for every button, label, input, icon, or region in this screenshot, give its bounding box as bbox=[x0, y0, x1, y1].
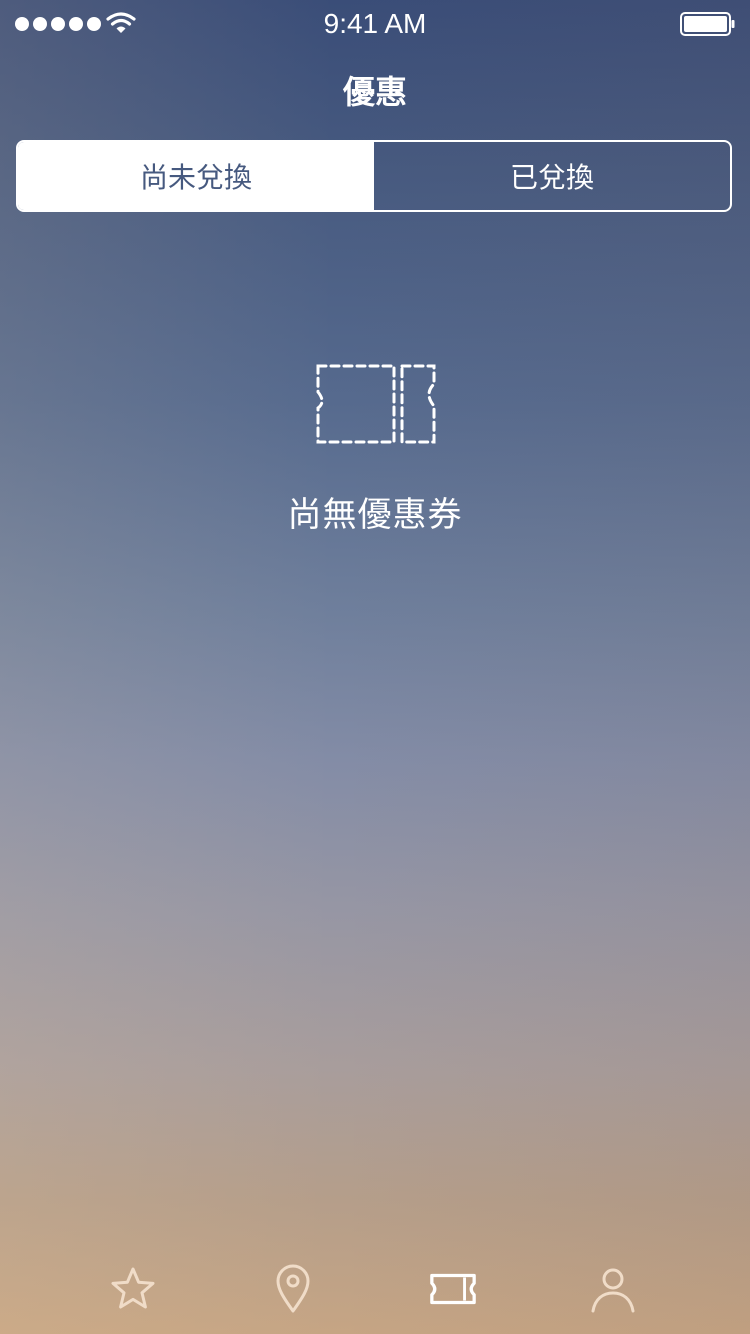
segment-unredeemed[interactable]: 尚未兌換 bbox=[18, 142, 374, 210]
page-title: 優惠 bbox=[342, 73, 407, 111]
star-icon bbox=[111, 1267, 155, 1309]
location-pin-icon bbox=[276, 1264, 310, 1313]
tab-location[interactable] bbox=[268, 1264, 318, 1314]
segmented-control: 尚未兌換 已兌換 bbox=[16, 140, 732, 212]
tab-profile[interactable] bbox=[588, 1264, 638, 1314]
status-time: 9:41 AM bbox=[323, 8, 427, 39]
tab-coupons[interactable] bbox=[428, 1264, 478, 1314]
empty-state-message: 尚無優惠券 bbox=[287, 495, 463, 535]
status-bar: 9:41 AM bbox=[0, 0, 750, 48]
segment-redeemed[interactable]: 已兌換 bbox=[374, 142, 730, 210]
ticket-icon bbox=[430, 1273, 476, 1305]
coupon-outline-icon bbox=[316, 364, 436, 444]
tab-bar bbox=[0, 1236, 750, 1334]
tab-favorites[interactable] bbox=[108, 1264, 158, 1314]
battery-icon bbox=[680, 12, 735, 36]
user-icon bbox=[591, 1268, 635, 1313]
